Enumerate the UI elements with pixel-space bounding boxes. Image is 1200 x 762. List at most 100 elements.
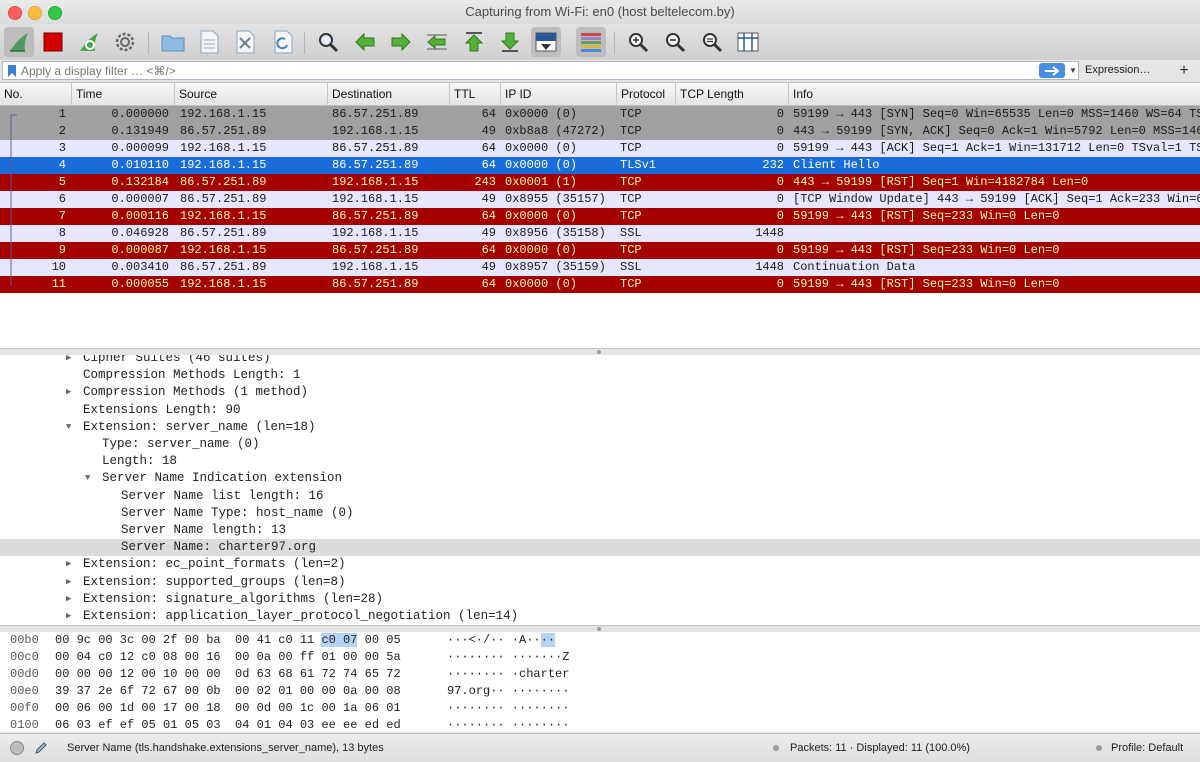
- column-header-tcp-length[interactable]: TCP Length: [675, 83, 788, 105]
- detail-tree-item[interactable]: Length: 18: [0, 453, 1200, 470]
- detail-tree-item[interactable]: ▶ Extension: supported_groups (len=8): [0, 574, 1200, 591]
- packet-row[interactable]: 7 0.000116 192.168.1.15 86.57.251.89 64 0x000…: [0, 208, 1200, 225]
- hex-ascii[interactable]: ········ ·charter: [447, 666, 569, 683]
- expanded-triangle-icon[interactable]: ▼: [66, 419, 71, 436]
- detail-tree-item[interactable]: Server Name: charter97.org: [0, 539, 1200, 557]
- add-filter-button[interactable]: +: [1174, 61, 1194, 80]
- column-header-destination[interactable]: Destination: [327, 83, 449, 105]
- hex-ascii[interactable]: ···<·/·· ·A····: [447, 632, 556, 649]
- display-filter-field[interactable]: ▼: [2, 61, 1079, 80]
- packet-cell-proto: TCP: [620, 209, 642, 223]
- hex-bytes[interactable]: 00 9c 00 3c 00 2f 00 ba 00 41 c0 11 c0 0…: [55, 632, 401, 649]
- close-file-button[interactable]: [230, 27, 260, 57]
- save-file-button[interactable]: [194, 27, 224, 57]
- expression-button[interactable]: Expression…: [1085, 61, 1150, 80]
- find-packet-button[interactable]: [313, 27, 343, 57]
- hex-ascii[interactable]: ········ ·······Z: [447, 649, 569, 666]
- packet-cell-ttl: 64: [481, 243, 496, 257]
- column-header-no[interactable]: No.: [0, 83, 71, 105]
- collapsed-triangle-icon[interactable]: ▶: [66, 591, 71, 608]
- start-capture-button[interactable]: [4, 27, 34, 57]
- packet-cell-info: 443 → 59199 [SYN, ACK] Seq=0 Ack=1 Win=5…: [793, 124, 1200, 138]
- detail-tree-item[interactable]: Extensions Length: 90: [0, 402, 1200, 419]
- open-file-button[interactable]: [158, 27, 188, 57]
- packet-row[interactable]: 9 0.000087 192.168.1.15 86.57.251.89 64 0x000…: [0, 242, 1200, 259]
- detail-tree-item[interactable]: Compression Methods Length: 1: [0, 367, 1200, 384]
- hex-bytes[interactable]: 00 06 00 1d 00 17 00 18 00 0d 00 1c 00 1…: [55, 700, 401, 717]
- detail-tree-item[interactable]: Type: server_name (0): [0, 436, 1200, 453]
- packet-cell-info: [793, 225, 1200, 242]
- hex-bytes[interactable]: 06 03 ef ef 05 01 05 03 04 01 04 03 ee e…: [55, 717, 401, 732]
- packet-row[interactable]: 11 0.000055 192.168.1.15 86.57.251.89 64 0x00…: [0, 276, 1200, 293]
- collapsed-triangle-icon[interactable]: ▶: [66, 384, 71, 401]
- zoom-in-button[interactable]: [623, 27, 653, 57]
- hex-ascii[interactable]: 97.org·· ········: [447, 683, 569, 700]
- arrow-right-icon: [391, 32, 411, 52]
- detail-tree-item[interactable]: ▶ Compression Methods (1 method): [0, 384, 1200, 401]
- splitter-grip[interactable]: [597, 627, 601, 631]
- bookmark-icon[interactable]: [7, 64, 17, 78]
- packet-row[interactable]: 8 0.046928 86.57.251.89 192.168.1.15 49 0x895…: [0, 225, 1200, 242]
- filter-history-dropdown[interactable]: ▼: [1067, 62, 1079, 79]
- packet-row[interactable]: 10 0.003410 86.57.251.89 192.168.1.15 49 0x89…: [0, 259, 1200, 276]
- column-header-time[interactable]: Time: [71, 83, 174, 105]
- column-header-ttl[interactable]: TTL: [449, 83, 500, 105]
- detail-tree-item[interactable]: Server Name list length: 16: [0, 488, 1200, 505]
- expert-info-icon[interactable]: [10, 741, 24, 755]
- column-header-info[interactable]: Info: [788, 83, 1200, 105]
- detail-tree-item[interactable]: ▶ Extension: application_layer_protocol_n…: [0, 608, 1200, 625]
- display-filter-input[interactable]: [21, 62, 1031, 79]
- collapsed-triangle-icon[interactable]: ▶: [66, 355, 71, 367]
- packet-cell-time: 0.000099: [111, 141, 169, 155]
- detail-tree-item[interactable]: ▶ Cipher Suites (46 suites): [0, 355, 1200, 367]
- detail-tree-item[interactable]: ▼ Server Name Indication extension: [0, 470, 1200, 487]
- packet-cell-proto: TLSv1: [620, 158, 657, 172]
- packet-row[interactable]: 1 0.000000 192.168.1.15 86.57.251.89 64 0x000…: [0, 106, 1200, 123]
- edit-comment-icon[interactable]: [34, 741, 48, 755]
- hex-ascii[interactable]: ········ ········: [447, 717, 569, 732]
- resize-columns-button[interactable]: [733, 27, 763, 57]
- profile-indicator[interactable]: Profile: Default: [1111, 734, 1183, 762]
- packet-row[interactable]: 2 0.131949 86.57.251.89 192.168.1.15 49 0xb8a…: [0, 123, 1200, 140]
- profile-status-icon: [1096, 745, 1102, 751]
- capture-options-button[interactable]: [110, 27, 140, 57]
- go-to-last-packet-button[interactable]: [495, 27, 525, 57]
- zoom-window-button[interactable]: [48, 6, 62, 20]
- column-header-ip-id[interactable]: IP ID: [500, 83, 616, 105]
- zoom-out-button[interactable]: [660, 27, 690, 57]
- packet-row[interactable]: 6 0.000007 86.57.251.89 192.168.1.15 49 0x895…: [0, 191, 1200, 208]
- collapsed-triangle-icon[interactable]: ▶: [66, 556, 71, 573]
- go-to-first-packet-button[interactable]: [459, 27, 489, 57]
- collapsed-triangle-icon[interactable]: ▶: [66, 574, 71, 591]
- detail-tree-item[interactable]: ▶ Extension: signature_algorithms (len=28…: [0, 591, 1200, 608]
- reload-file-button[interactable]: [268, 27, 298, 57]
- packet-cell-tcplen: 1448: [755, 226, 784, 240]
- go-forward-button[interactable]: [386, 27, 416, 57]
- hex-ascii[interactable]: ········ ········: [447, 700, 569, 717]
- hex-bytes[interactable]: 39 37 2e 6f 72 67 00 0b 00 02 01 00 00 0…: [55, 683, 401, 700]
- expanded-triangle-icon[interactable]: ▼: [85, 470, 90, 487]
- detail-tree-item[interactable]: Server Name Type: host_name (0): [0, 505, 1200, 522]
- detail-tree-item[interactable]: ▼ Extension: server_name (len=18): [0, 419, 1200, 436]
- packet-row[interactable]: 3 0.000099 192.168.1.15 86.57.251.89 64 0x000…: [0, 140, 1200, 157]
- column-header-source[interactable]: Source: [174, 83, 327, 105]
- splitter-grip[interactable]: [597, 350, 601, 354]
- go-to-packet-button[interactable]: [422, 27, 452, 57]
- minimize-window-button[interactable]: [28, 6, 42, 20]
- apply-filter-button[interactable]: [1039, 63, 1065, 78]
- normal-size-button[interactable]: [697, 27, 727, 57]
- hex-bytes[interactable]: 00 00 00 12 00 10 00 00 0d 63 68 61 72 7…: [55, 666, 401, 683]
- packet-row[interactable]: 4 0.010110 192.168.1.15 86.57.251.89 64 0x000…: [0, 157, 1200, 174]
- detail-tree-item[interactable]: Server Name length: 13: [0, 522, 1200, 539]
- detail-tree-item[interactable]: ▶ Extension: ec_point_formats (len=2): [0, 556, 1200, 573]
- colorize-button[interactable]: [576, 27, 606, 57]
- restart-capture-button[interactable]: [74, 27, 104, 57]
- go-back-button[interactable]: [350, 27, 380, 57]
- column-header-protocol[interactable]: Protocol: [616, 83, 675, 105]
- stop-capture-button[interactable]: [38, 27, 68, 57]
- hex-bytes[interactable]: 00 04 c0 12 c0 08 00 16 00 0a 00 ff 01 0…: [55, 649, 401, 666]
- auto-scroll-button[interactable]: [531, 27, 561, 57]
- packet-row[interactable]: 5 0.132184 86.57.251.89 192.168.1.15 243 0x00…: [0, 174, 1200, 191]
- close-window-button[interactable]: [8, 6, 22, 20]
- collapsed-triangle-icon[interactable]: ▶: [66, 608, 71, 625]
